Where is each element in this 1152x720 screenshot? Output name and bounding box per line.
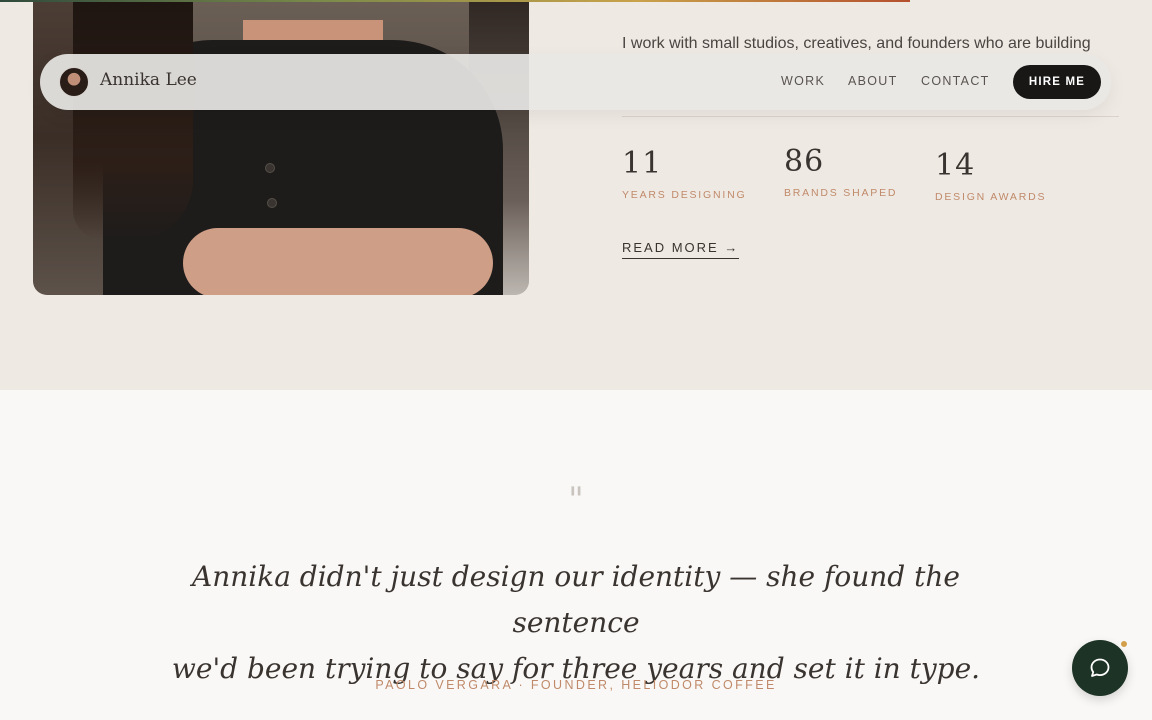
portrait-photo <box>33 0 529 295</box>
nav-link-about[interactable]: ABOUT <box>848 74 898 88</box>
stat-label: YEARS DESIGNING <box>622 189 747 201</box>
quote-line: Annika didn't just design our identity —… <box>192 560 960 639</box>
portrait-arms <box>183 228 493 295</box>
testimonial-quote: Annika didn't just design our identity —… <box>170 554 982 692</box>
stat-awards: 14 DESIGN AWARDS <box>935 148 1047 204</box>
quote-mark-icon: " <box>568 480 584 520</box>
testimonial-section: " Annika didn't just design our identity… <box>0 390 1152 720</box>
nav-link-work[interactable]: WORK <box>781 74 825 88</box>
brand-name[interactable]: Annika Lee <box>100 70 197 90</box>
scroll-progress-bar <box>0 0 1152 2</box>
stat-number: 14 <box>935 148 976 183</box>
chat-bubble-icon <box>1090 658 1110 677</box>
hire-me-button[interactable]: HIRE ME <box>1013 65 1101 99</box>
stat-brands: 86 BRANDS SHAPED <box>784 144 898 200</box>
notification-badge <box>1119 639 1129 649</box>
scroll-progress-fill <box>0 0 911 2</box>
shirt-button <box>267 198 277 208</box>
stat-number: 86 <box>784 144 825 179</box>
stat-label: DESIGN AWARDS <box>935 191 1047 203</box>
stat-label: BRANDS SHAPED <box>784 187 898 199</box>
avatar[interactable] <box>59 67 89 97</box>
shirt-button <box>265 163 275 173</box>
portrait-hair <box>73 0 193 240</box>
stat-years: 11 YEARS DESIGNING <box>622 146 747 202</box>
chat-button[interactable] <box>1072 640 1128 696</box>
testimonial-author: PAOLO VERGARA · FOUNDER, HELIODOR COFFEE <box>375 678 777 692</box>
stat-number: 11 <box>622 146 663 181</box>
site-header: Annika Lee WORK ABOUT CONTACT HIRE ME <box>40 54 1111 110</box>
read-more-link[interactable]: READ MORE → <box>622 240 740 259</box>
nav-link-contact[interactable]: CONTACT <box>921 74 990 88</box>
stats-divider <box>622 116 1119 117</box>
